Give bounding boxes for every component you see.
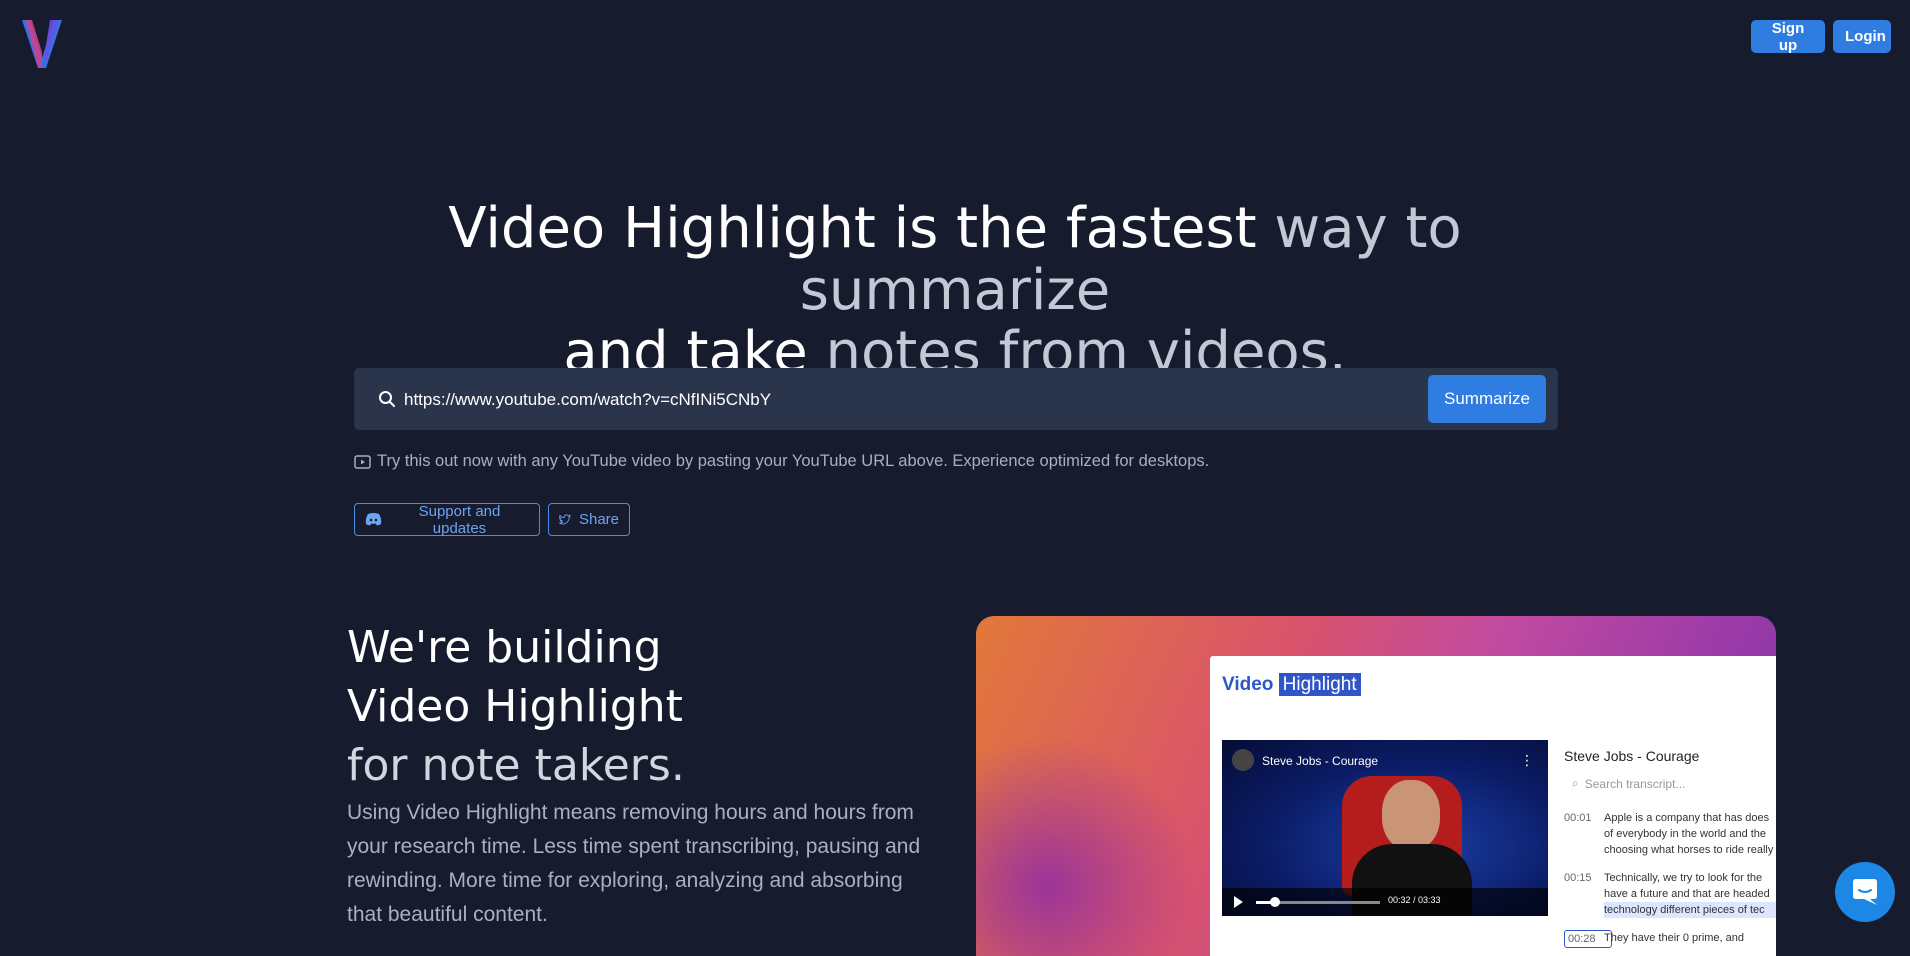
video-person-head (1382, 780, 1440, 850)
preview-logo-part2: Highlight (1278, 673, 1361, 696)
transcript-search-icon: ⌕ (1572, 776, 1579, 790)
support-and-updates-button[interactable]: Support and updates (354, 502, 540, 537)
section-description: Using Video Highlight means removing hou… (347, 801, 921, 926)
transcript-line: They have their 0 prime, and (1604, 932, 1745, 944)
summarize-button[interactable]: Summarize (1428, 375, 1546, 423)
url-search-bar: Summarize (354, 368, 1558, 430)
transcript-text: Technically, we try to look for the have… (1604, 870, 1776, 918)
video-player[interactable]: Steve Jobs - Courage ⋮ 00:32 / 03:33 (1222, 740, 1548, 916)
usage-hint: Try this out now with any YouTube video … (354, 452, 1209, 471)
video-play-icon (354, 454, 371, 469)
share-label: Share (578, 511, 619, 528)
transcript-line: Apple is a company that has does (1604, 812, 1770, 824)
section-title-line2: Video Highlight (347, 681, 683, 732)
app-preview: Video Highlight Steve Jobs - Courage ⋮ 0… (976, 616, 1776, 956)
channel-avatar (1232, 749, 1254, 771)
video-progress-knob[interactable] (1269, 897, 1280, 907)
sign-up-button[interactable]: Sign up (1751, 20, 1825, 54)
transcript-line: choosing what horses to ride really (1604, 844, 1774, 856)
preview-logo-part1: Video (1222, 674, 1274, 695)
section-title: We're building Video Highlight for note … (347, 618, 685, 795)
transcript-time: 00:01 (1564, 812, 1592, 824)
section-title-line3: for note takers. (347, 740, 685, 791)
share-button[interactable]: Share (548, 503, 630, 536)
hero-title-part1: Video Highlight is the fastest (448, 196, 1257, 261)
chat-support-button[interactable] (1835, 862, 1895, 922)
hero-title: Video Highlight is the fastest way to su… (330, 198, 1580, 384)
transcript-line-highlighted: technology different pieces of tec (1604, 902, 1776, 918)
usage-hint-text: Try this out now with any YouTube video … (377, 452, 1210, 470)
transcript-text: They have their 0 prime, and (1604, 930, 1776, 946)
support-label: Support and updates (418, 502, 501, 537)
login-button[interactable]: Login (1833, 20, 1891, 53)
transcript-time: 00:15 (1564, 872, 1592, 884)
app-preview-card: Video Highlight Steve Jobs - Courage ⋮ 0… (1210, 656, 1776, 956)
section-title-line1: We're building (347, 622, 662, 673)
video-time: 00:32 / 03:33 (1388, 895, 1441, 905)
transcript-search[interactable]: ⌕ Search transcript... (1572, 776, 1685, 791)
youtube-url-input[interactable] (402, 382, 1406, 418)
more-vertical-icon[interactable]: ⋮ (1520, 752, 1534, 769)
transcript-search-placeholder: Search transcript... (1584, 776, 1686, 791)
video-control-bar: 00:32 / 03:33 (1222, 888, 1548, 916)
transcript-line: Technically, we try to look for the (1604, 872, 1763, 884)
transcript-line: of everybody in the world and the (1604, 828, 1767, 840)
video-progress-track[interactable] (1256, 897, 1380, 907)
twitter-icon (559, 514, 571, 525)
preview-logo: Video Highlight (1222, 673, 1361, 696)
transcript-title: Steve Jobs - Courage (1564, 748, 1700, 764)
search-icon (379, 391, 395, 407)
transcript-line: have a future and that are headed (1604, 888, 1770, 900)
video-highlight-logo[interactable] (20, 18, 66, 70)
play-icon[interactable] (1234, 896, 1243, 908)
transcript-text: Apple is a company that has does of ever… (1604, 810, 1776, 858)
discord-icon (365, 513, 382, 526)
chat-bubble-icon (1853, 879, 1877, 905)
video-title: Steve Jobs - Courage (1262, 754, 1379, 768)
